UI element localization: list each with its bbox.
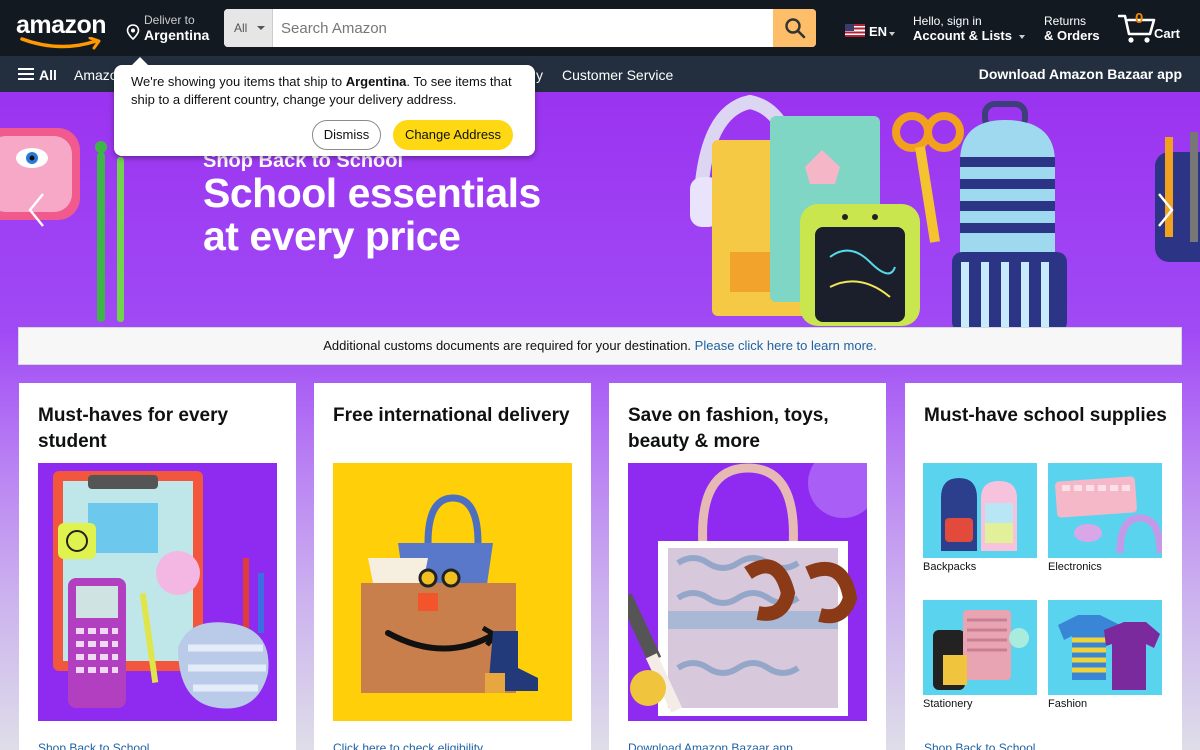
customs-notice-link[interactable]: Please click here to learn more. <box>695 338 877 353</box>
card-save-on-fashion: Save on fashion, toys, beauty & more Dow… <box>609 383 886 750</box>
search-category-dropdown[interactable]: All <box>224 9 273 47</box>
hamburger-icon <box>18 68 34 80</box>
tile-fashion[interactable] <box>1048 600 1162 695</box>
card-title: Must-have school supplies <box>924 405 1167 426</box>
returns-label: Returns <box>1044 14 1087 28</box>
chevron-down-icon <box>1019 35 1025 39</box>
cart-button[interactable]: 0 Cart <box>1118 10 1188 44</box>
us-flag-icon <box>845 24 865 37</box>
search-bar: All <box>224 9 816 47</box>
carousel-prev-button[interactable] <box>22 190 52 230</box>
stationery-image <box>923 600 1037 695</box>
amazon-logo[interactable]: amazon <box>16 10 112 50</box>
tile-stationery[interactable] <box>923 600 1037 695</box>
card-must-haves-every-student: Must-haves for every student Shop Back t… <box>19 383 296 750</box>
tile-label-stationery[interactable]: Stationery <box>923 698 973 710</box>
card-image[interactable] <box>628 463 867 721</box>
nav-link-download-bazaar-app[interactable]: Download Amazon Bazaar app <box>979 66 1182 82</box>
chevron-down-icon <box>889 32 895 36</box>
popover-message: We're showing you items that ship to Arg… <box>131 73 526 109</box>
search-button[interactable] <box>773 9 816 47</box>
language-code: EN <box>869 24 888 39</box>
top-nav: amazon Deliver to Argentina All EN <box>0 0 1200 56</box>
tile-label-electronics[interactable]: Electronics <box>1048 561 1102 573</box>
account-label: Account & Lists <box>913 28 1012 43</box>
cart-label: Cart <box>1154 26 1181 41</box>
fashion-bag-image <box>628 463 867 721</box>
card-link[interactable]: Download Amazon Bazaar app <box>628 741 793 750</box>
nav-link-partial[interactable]: y <box>536 67 543 83</box>
popover-message-start: We're showing you items that ship to <box>131 74 346 89</box>
tile-label-backpacks[interactable]: Backpacks <box>923 561 976 573</box>
hero-title-line-1: School essentials <box>203 170 541 216</box>
card-link[interactable]: Shop Back to School <box>38 741 149 750</box>
card-image[interactable] <box>38 463 277 721</box>
hero-title-line-2: at every price <box>203 213 461 259</box>
delivery-box-image <box>333 463 572 721</box>
cart-count: 0 <box>1135 10 1144 27</box>
tile-backpacks[interactable] <box>923 463 1037 558</box>
backpacks-image <box>923 463 1037 558</box>
card-title: Save on fashion, toys, beauty & more <box>628 405 829 452</box>
logo-text: amazon <box>16 11 107 39</box>
customs-notice: Additional customs documents are require… <box>18 327 1182 365</box>
account-greeting: Hello, sign in <box>913 14 982 28</box>
electronics-image <box>1048 463 1162 558</box>
deliver-to-location: Argentina <box>144 27 210 43</box>
deliver-to-label: Deliver to <box>144 13 195 27</box>
chevron-down-icon <box>257 26 265 30</box>
card-link[interactable]: Click here to check eligibility <box>333 741 483 750</box>
tile-label-fashion[interactable]: Fashion <box>1048 698 1087 710</box>
card-title: Free international delivery <box>333 405 570 426</box>
location-pin-icon <box>126 24 140 40</box>
change-address-button[interactable]: Change Address <box>393 120 513 150</box>
card-image[interactable] <box>333 463 572 721</box>
card-must-have-school-supplies: Must-have school supplies Backpacks Elec… <box>905 383 1182 750</box>
card-free-international-delivery: Free international delivery Click here t… <box>314 383 591 750</box>
school-supplies-image <box>38 463 277 721</box>
all-menu-label: All <box>39 67 57 83</box>
shipping-country-popover: We're showing you items that ship to Arg… <box>114 57 535 156</box>
nav-link-customer-service[interactable]: Customer Service <box>562 67 673 83</box>
smile-icon <box>20 37 101 50</box>
fashion-image <box>1048 600 1162 695</box>
tile-electronics[interactable] <box>1048 463 1162 558</box>
customs-notice-text: Additional customs documents are require… <box>323 338 692 353</box>
card-title: Must-haves for every student <box>38 405 229 452</box>
carousel-next-button[interactable] <box>1150 190 1180 230</box>
search-input[interactable] <box>273 9 773 47</box>
search-category-label: All <box>234 21 248 35</box>
popover-country: Argentina <box>345 74 407 89</box>
orders-label: & Orders <box>1044 28 1100 43</box>
search-icon <box>784 18 805 39</box>
dismiss-button[interactable]: Dismiss <box>312 120 381 150</box>
hero-title: School essentials at every price <box>203 172 541 258</box>
card-link[interactable]: Shop Back to School <box>924 741 1035 750</box>
